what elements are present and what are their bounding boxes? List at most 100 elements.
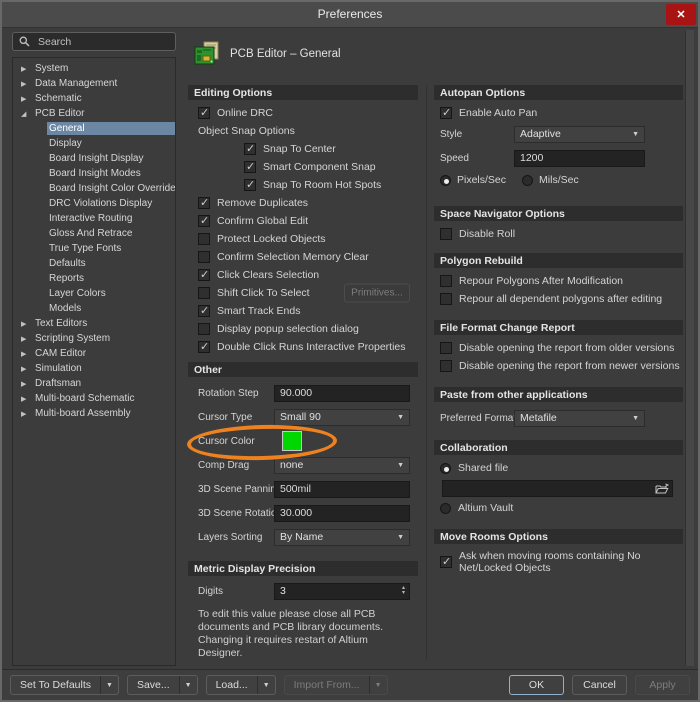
- dialog-title: Preferences: [2, 2, 698, 26]
- style-value: Adaptive: [520, 128, 628, 140]
- tree-item-board-insight-modes[interactable]: Board Insight Modes: [13, 166, 175, 181]
- repour-polygons-checkbox[interactable]: [440, 275, 452, 287]
- checkbox[interactable]: [244, 161, 256, 173]
- digits-row: Digits 3 ▴ ▾: [188, 580, 418, 602]
- dropdown-arrow-icon[interactable]: ▼: [179, 676, 197, 694]
- scene-panning-input[interactable]: [274, 481, 410, 498]
- cursor-color-swatch[interactable]: [282, 431, 302, 451]
- collapsed-arrow-icon[interactable]: ▶: [21, 365, 33, 373]
- tree-item-true-type-fonts[interactable]: True Type Fonts: [13, 241, 175, 256]
- option-row: Display popup selection dialog: [188, 320, 418, 338]
- ok-button[interactable]: OK: [509, 675, 564, 695]
- checkbox[interactable]: [198, 287, 210, 299]
- browse-folder-icon[interactable]: [655, 483, 669, 495]
- tree-item-data-management[interactable]: ▶Data Management: [13, 76, 175, 91]
- dropdown-arrow-icon[interactable]: ▼: [100, 676, 118, 694]
- repour-dependent-row: Repour all dependent polygons after edit…: [434, 290, 683, 308]
- tree-item-system[interactable]: ▶System: [13, 61, 175, 76]
- spin-down-icon[interactable]: ▾: [402, 591, 405, 596]
- collapsed-arrow-icon[interactable]: ▶: [21, 65, 33, 73]
- tree-item-cam-editor[interactable]: ▶CAM Editor: [13, 346, 175, 361]
- mils-sec-radio[interactable]: [522, 175, 533, 186]
- collapsed-arrow-icon[interactable]: ▶: [21, 410, 33, 418]
- collapsed-arrow-icon[interactable]: ▶: [21, 335, 33, 343]
- set-to-defaults-button[interactable]: Set To Defaults ▼: [10, 675, 119, 695]
- speed-input[interactable]: [514, 150, 645, 167]
- checkbox[interactable]: [198, 323, 210, 335]
- tree-item-display[interactable]: Display: [13, 136, 175, 151]
- ask-move-rooms-checkbox[interactable]: [440, 556, 452, 568]
- option-row: Confirm Selection Memory Clear: [188, 248, 418, 266]
- checkbox[interactable]: [198, 215, 210, 227]
- cursor-type-select[interactable]: Small 90 ▼: [274, 409, 410, 426]
- tree-item-reports[interactable]: Reports: [13, 271, 175, 286]
- shared-file-input[interactable]: [442, 480, 673, 497]
- load-button[interactable]: Load... ▼: [206, 675, 276, 695]
- scene-rotation-input[interactable]: [274, 505, 410, 522]
- tree-item-defaults[interactable]: Defaults: [13, 256, 175, 271]
- layers-sorting-select[interactable]: By Name ▼: [274, 529, 410, 546]
- checkbox[interactable]: [198, 233, 210, 245]
- checkbox[interactable]: [244, 179, 256, 191]
- tree-item-multi-board-schematic[interactable]: ▶Multi-board Schematic: [13, 391, 175, 406]
- tree-item-gloss-and-retrace[interactable]: Gloss And Retrace: [13, 226, 175, 241]
- altium-vault-radio[interactable]: [440, 503, 451, 514]
- expanded-arrow-icon[interactable]: ◢: [21, 110, 33, 118]
- enable-auto-pan-checkbox[interactable]: [440, 107, 452, 119]
- checkbox[interactable]: [198, 269, 210, 281]
- scene-panning-row: 3D Scene Panning: [188, 477, 418, 501]
- tree-item-board-insight-color-overrides[interactable]: Board Insight Color Overrides: [13, 181, 175, 196]
- checkbox[interactable]: [198, 251, 210, 263]
- cursor-type-row: Cursor Type Small 90 ▼: [188, 405, 418, 429]
- tree-item-scripting-system[interactable]: ▶Scripting System: [13, 331, 175, 346]
- collapsed-arrow-icon[interactable]: ▶: [21, 395, 33, 403]
- tree-item-schematic[interactable]: ▶Schematic: [13, 91, 175, 106]
- preferences-tree: ▶System▶Data Management▶Schematic◢PCB Ed…: [12, 57, 176, 666]
- cancel-button[interactable]: Cancel: [572, 675, 627, 695]
- checkbox[interactable]: [198, 341, 210, 353]
- collapsed-arrow-icon[interactable]: ▶: [21, 320, 33, 328]
- tree-item-models[interactable]: Models: [13, 301, 175, 316]
- tree-item-general[interactable]: General: [13, 121, 175, 136]
- save-button[interactable]: Save... ▼: [127, 675, 198, 695]
- disable-older-report-checkbox[interactable]: [440, 342, 452, 354]
- checkbox[interactable]: [198, 197, 210, 209]
- tree-item-draftsman[interactable]: ▶Draftsman: [13, 376, 175, 391]
- collapsed-arrow-icon[interactable]: ▶: [21, 380, 33, 388]
- option-label: Disable opening the report from newer ve…: [459, 360, 680, 372]
- tree-item-board-insight-display[interactable]: Board Insight Display: [13, 151, 175, 166]
- tree-item-layer-colors[interactable]: Layer Colors: [13, 286, 175, 301]
- checkbox[interactable]: [198, 305, 210, 317]
- preferred-format-select[interactable]: Metafile ▼: [514, 410, 645, 427]
- shared-file-radio[interactable]: [440, 463, 451, 474]
- search-box[interactable]: [12, 32, 176, 51]
- tree-item-multi-board-assembly[interactable]: ▶Multi-board Assembly: [13, 406, 175, 421]
- disable-roll-checkbox[interactable]: [440, 228, 452, 240]
- dropdown-arrow-icon[interactable]: ▼: [257, 676, 275, 694]
- tree-item-drc-violations-display[interactable]: DRC Violations Display: [13, 196, 175, 211]
- collapsed-arrow-icon[interactable]: ▶: [21, 350, 33, 358]
- page-header: PCB Editor – General: [194, 41, 341, 66]
- disable-newer-report-checkbox[interactable]: [440, 360, 452, 372]
- spinner-arrows-icon[interactable]: ▴ ▾: [402, 586, 405, 596]
- collapsed-arrow-icon[interactable]: ▶: [21, 80, 33, 88]
- pixels-sec-radio[interactable]: [440, 175, 451, 186]
- tree-item-simulation[interactable]: ▶Simulation: [13, 361, 175, 376]
- comp-drag-select[interactable]: none ▼: [274, 457, 410, 474]
- cursor-color-label: Cursor Color: [198, 436, 270, 447]
- autopan-style-select[interactable]: Adaptive ▼: [514, 126, 645, 143]
- repour-dependent-checkbox[interactable]: [440, 293, 452, 305]
- collapsed-arrow-icon[interactable]: ▶: [21, 95, 33, 103]
- close-button[interactable]: ✕: [666, 4, 696, 25]
- checkbox[interactable]: [244, 143, 256, 155]
- digits-spinner[interactable]: 3 ▴ ▾: [274, 583, 410, 600]
- search-input[interactable]: [36, 35, 169, 49]
- checkbox[interactable]: [198, 107, 210, 119]
- tree-item-label: Simulation: [33, 362, 175, 375]
- tree-item-interactive-routing[interactable]: Interactive Routing: [13, 211, 175, 226]
- rotation-step-input[interactable]: [274, 385, 410, 402]
- tree-item-text-editors[interactable]: ▶Text Editors: [13, 316, 175, 331]
- vertical-scrollbar[interactable]: [685, 30, 694, 666]
- tree-item-pcb-editor[interactable]: ◢PCB Editor: [13, 106, 175, 121]
- pcb-editor-icon: [194, 41, 220, 66]
